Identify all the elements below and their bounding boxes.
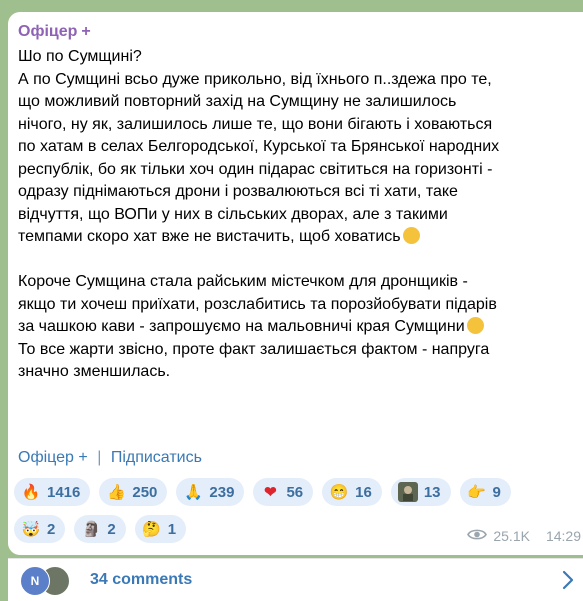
text-line: за чашкою кави - запрошуємо на мальовнич… xyxy=(18,316,580,339)
reaction-chip[interactable]: 👍 250 xyxy=(99,478,168,506)
author-plus: + xyxy=(81,23,91,40)
reaction-chip[interactable]: 🗿 2 xyxy=(74,515,126,543)
commenter-avatars: N xyxy=(20,566,70,596)
post-signature: Офіцер + | Підписатись xyxy=(18,448,202,468)
subscribe-link[interactable]: Підписатись xyxy=(111,449,202,466)
reaction-count: 13 xyxy=(423,483,441,501)
text-line: відчуття, що ВОПи у них в сільських двор… xyxy=(18,205,448,223)
message-time: 14:29 xyxy=(545,528,581,544)
text-line-content: за чашкою кави - запрошуємо на мальовнич… xyxy=(18,318,465,335)
text-line: республік, бо як тільки хоч один підарас… xyxy=(18,160,493,178)
custom-soldier-icon xyxy=(397,481,419,503)
fire-icon: 🔥 xyxy=(21,484,41,501)
moai-icon: 🗿 xyxy=(82,521,101,538)
text-line: по хатам в селах Белгородської, Курської… xyxy=(18,138,500,155)
angry-face-icon: 🤯 xyxy=(21,521,41,538)
thinking-icon: 🤔 xyxy=(142,521,162,538)
text-line: нічого, ну як, залишилось лише те, що во… xyxy=(18,115,493,133)
author-name[interactable]: Офіцер xyxy=(18,23,77,40)
reaction-count: 2 xyxy=(107,520,116,538)
text-line: якщо ти хочеш приїхати, розслабитись та … xyxy=(18,295,497,313)
reactions-row: 🔥 1416 👍 250 🙏 239 ❤ 56 😁 16 13 👉 9 xyxy=(14,478,579,508)
text-line: що можливий повторний захід на Сумщину н… xyxy=(18,93,457,110)
reaction-count: 239 xyxy=(209,483,235,501)
signature-plus: + xyxy=(78,449,88,466)
text-line: одразу піднімаються дрони і розвалюються… xyxy=(18,183,458,200)
signature-separator: | xyxy=(97,449,102,466)
grin-icon: 😁 xyxy=(329,484,349,501)
comments-bar[interactable]: N 34 comments xyxy=(8,558,583,601)
thumbs-up-icon: 👍 xyxy=(107,484,126,501)
reaction-chip[interactable]: 🤔 1 xyxy=(134,515,187,543)
view-count: 25.1K xyxy=(493,528,530,544)
text-line: значно зменшилась. xyxy=(18,363,171,380)
text-line-content: темпами скоро хат вже не вистачить, щоб … xyxy=(18,228,401,245)
message-meta: 25.1K 14:29 xyxy=(467,528,581,544)
reaction-count: 1 xyxy=(167,520,177,538)
reaction-chip[interactable]: ❤ 56 xyxy=(253,478,314,506)
reaction-count: 56 xyxy=(286,483,304,501)
avatar: N xyxy=(20,566,50,596)
heart-icon: ❤ xyxy=(264,484,277,501)
point-icon: 👉 xyxy=(467,484,486,501)
smirk-emoji-icon xyxy=(402,227,420,244)
text-line: Короче Сумщина стала райським містечком … xyxy=(18,273,468,290)
channel-author[interactable]: Офіцер + xyxy=(18,22,91,42)
reaction-count: 2 xyxy=(47,520,56,538)
reaction-chip[interactable]: 🔥 1416 xyxy=(14,478,91,506)
signature-name[interactable]: Офіцер xyxy=(18,449,74,466)
text-line: А по Сумщині всьо дуже прикольно, від їх… xyxy=(18,70,492,88)
reaction-count: 1416 xyxy=(47,483,81,501)
rofl-emoji-icon xyxy=(466,317,484,334)
text-line: темпами скоро хат вже не вистачить, щоб … xyxy=(18,226,580,249)
text-line: Шо по Сумщині? xyxy=(18,48,142,65)
reaction-chip[interactable]: 👉 9 xyxy=(459,478,511,506)
reaction-count: 16 xyxy=(355,483,372,501)
reaction-count: 9 xyxy=(492,483,501,501)
reaction-chip[interactable]: 🤯 2 xyxy=(14,515,66,543)
pray-icon: 🙏 xyxy=(184,484,203,501)
reaction-count: 250 xyxy=(132,483,158,501)
reaction-chip[interactable]: 🙏 239 xyxy=(176,478,245,506)
reaction-chip[interactable]: 13 xyxy=(390,478,451,506)
reaction-chip[interactable]: 😁 16 xyxy=(322,478,382,506)
comments-label[interactable]: 34 comments xyxy=(90,571,192,589)
chevron-right-icon[interactable] xyxy=(561,569,575,596)
text-line: То все жарти звісно, проте факт залишаєт… xyxy=(18,340,490,358)
message-text: Шо по Сумщині? А по Сумщині всьо дуже пр… xyxy=(18,46,580,384)
eye-icon xyxy=(467,528,488,544)
